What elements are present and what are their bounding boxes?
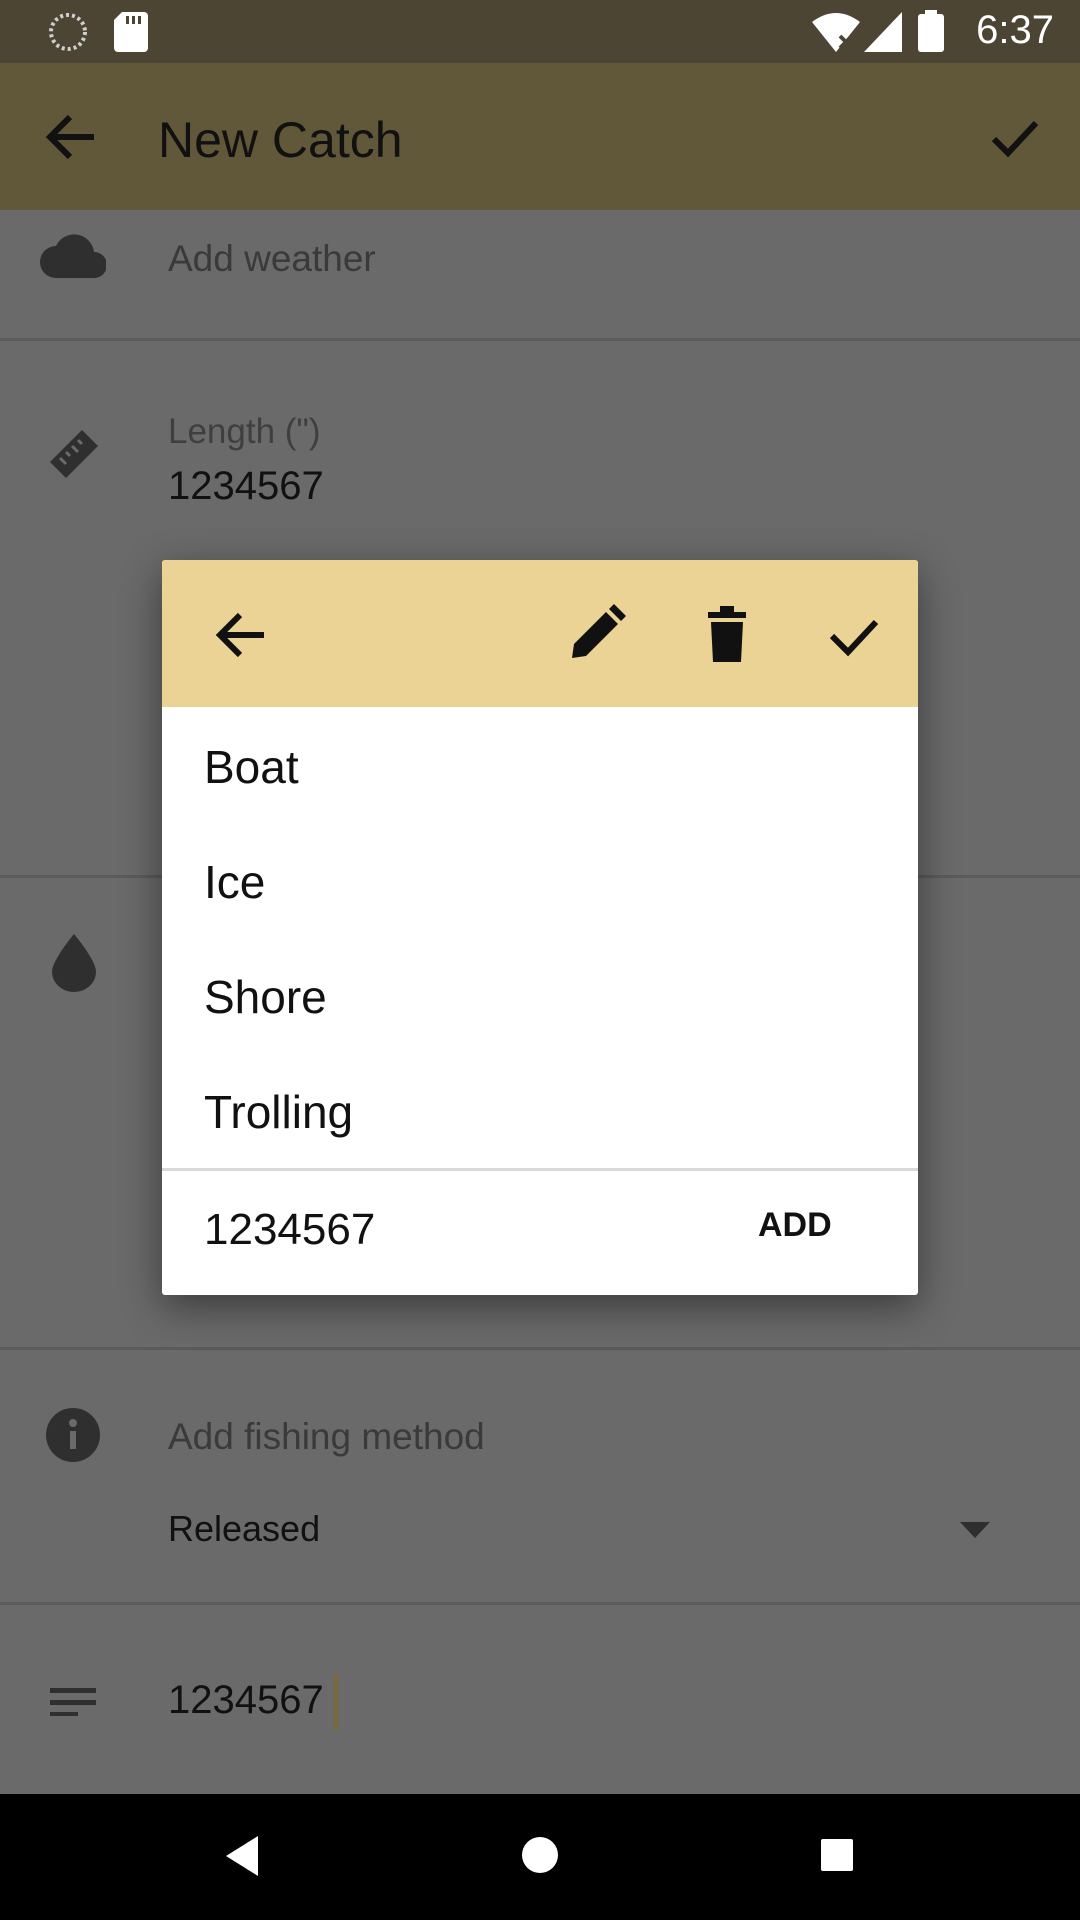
cell-signal-icon: [864, 12, 902, 52]
add-button[interactable]: ADD: [752, 1205, 838, 1246]
divider: [0, 1602, 1080, 1605]
arrow-left-icon: [215, 612, 264, 658]
back-button[interactable]: [30, 101, 116, 173]
weather-row[interactable]: Add weather: [0, 210, 1080, 340]
page-title: New Catch: [158, 112, 403, 168]
wifi-icon: [812, 13, 860, 52]
edit-button[interactable]: [560, 600, 630, 670]
length-label: Length ("): [168, 412, 321, 451]
new-method-input[interactable]: [204, 1200, 704, 1260]
save-button[interactable]: [972, 101, 1058, 173]
pencil-icon: [572, 604, 626, 658]
list-item[interactable]: Ice: [204, 855, 265, 909]
arrow-left-icon: [45, 114, 94, 160]
app-bar: New Catch: [0, 63, 1080, 210]
length-field[interactable]: Length (") 1234567: [0, 400, 1080, 520]
weather-hint: Add weather: [168, 238, 376, 279]
confirm-button[interactable]: [814, 600, 894, 670]
check-icon: [991, 120, 1039, 158]
list-item[interactable]: Boat: [204, 740, 299, 794]
catch-status-dropdown[interactable]: Released: [168, 1500, 1008, 1560]
nav-back-icon[interactable]: [222, 1834, 262, 1878]
trash-icon: [708, 606, 746, 662]
check-icon: [829, 619, 879, 657]
ruler-icon: [50, 430, 98, 478]
dropdown-arrow-icon: [960, 1522, 990, 1538]
fishing-method-dialog: Boat Ice Shore Trolling ADD: [162, 560, 918, 1295]
length-value: 1234567: [168, 464, 324, 508]
dialog-back-button[interactable]: [202, 600, 282, 670]
notes-icon: [50, 1688, 96, 1716]
delete-button[interactable]: [692, 600, 762, 670]
divider: [162, 1168, 918, 1171]
fishing-method-hint: Add fishing method: [168, 1416, 485, 1457]
cloud-icon: [40, 234, 106, 278]
battery-icon: [918, 10, 944, 52]
divider: [0, 1347, 1080, 1350]
loading-icon: [49, 13, 87, 51]
info-icon: [46, 1408, 100, 1462]
navigation-bar: [0, 1794, 1080, 1920]
dialog-toolbar: [162, 560, 918, 707]
notes-value: 1234567: [168, 1678, 324, 1722]
text-cursor: [334, 1674, 338, 1730]
nav-recents-icon[interactable]: [818, 1836, 856, 1874]
list-item[interactable]: Trolling: [204, 1085, 353, 1139]
status-time: 6:37: [976, 8, 1054, 52]
nav-home-icon[interactable]: [519, 1834, 561, 1876]
list-item[interactable]: Shore: [204, 970, 327, 1024]
catch-status-value: Released: [168, 1508, 321, 1549]
divider: [0, 338, 1080, 341]
notes-field[interactable]: 1234567: [0, 1660, 1080, 1740]
status-bar: 6:37: [0, 0, 1080, 63]
fishing-method-row[interactable]: Add fishing method: [0, 1400, 1080, 1470]
sd-card-icon: [114, 12, 148, 52]
water-drop-icon: [52, 934, 96, 992]
